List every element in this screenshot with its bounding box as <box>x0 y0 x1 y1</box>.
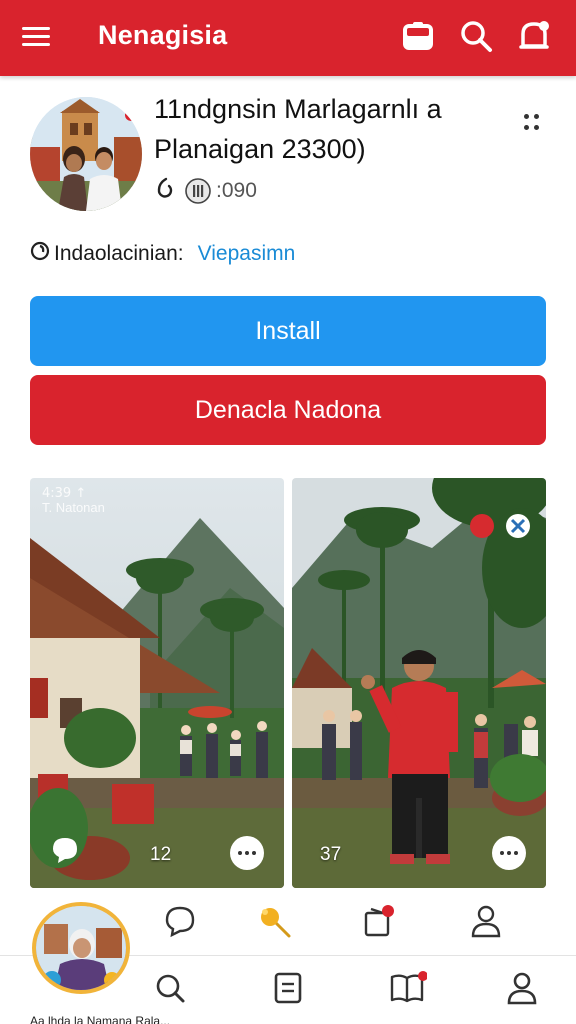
app-bar: Nenagisia <box>0 0 576 76</box>
profile-icon[interactable] <box>464 899 508 943</box>
person-scene-image <box>292 478 546 888</box>
more-dots-button[interactable] <box>492 836 526 870</box>
screenshot-card-village[interactable]: 4:39 ↑ T. Natonan 12 <box>30 478 284 888</box>
user-avatar[interactable] <box>32 902 130 994</box>
info-circle-icon <box>30 241 50 267</box>
book-icon[interactable] <box>386 966 430 1010</box>
comment-icon[interactable] <box>50 835 80 870</box>
account-icon[interactable] <box>500 966 544 1010</box>
more-dots-button[interactable] <box>230 836 264 870</box>
info-label: Indaolacinian: <box>54 242 184 265</box>
rating-badge: :090 <box>184 178 257 204</box>
search-icon[interactable] <box>148 966 192 1010</box>
install-button[interactable]: Install <box>30 296 546 366</box>
refresh-icon <box>154 177 174 205</box>
app-bar-title: Nenagisia <box>98 20 228 50</box>
village-scene-image <box>30 478 284 888</box>
app-meta: :090 <box>154 176 257 206</box>
notification-bell-icon[interactable] <box>514 16 554 56</box>
menu-icon[interactable] <box>22 22 62 54</box>
bottom-cut-text: Aa lhda la Namana Rala... <box>30 1014 171 1024</box>
meta-value: :090 <box>216 179 257 202</box>
screenshot-count: 37 <box>320 844 342 865</box>
store-icon[interactable] <box>398 16 438 56</box>
more-options-icon[interactable] <box>516 108 550 138</box>
screenshot-count: 12 <box>150 844 172 865</box>
screenshot-status: 4:39 ↑ <box>42 486 87 501</box>
chat-bubble-icon[interactable] <box>158 899 202 943</box>
info-link[interactable]: Viepasimn <box>198 242 296 266</box>
info-row: Indaolacinian: Viepasimn <box>30 240 295 268</box>
app-avatar-image <box>30 97 142 211</box>
document-icon[interactable] <box>266 966 310 1010</box>
notice-icon[interactable] <box>356 899 400 943</box>
app-subtitle: Planaigan 23300) <box>154 134 366 164</box>
shield-icon <box>185 178 211 204</box>
search-icon[interactable] <box>456 16 496 56</box>
sparkle-wand-icon[interactable] <box>252 899 296 943</box>
screenshot-caption: T. Natonan <box>42 500 105 515</box>
secondary-action-button[interactable]: Denacla Nadona <box>30 375 546 445</box>
app-title: 11ndgnsin Marlagarnlı a <box>154 94 442 124</box>
screenshot-card-person[interactable]: 37 <box>292 478 546 888</box>
